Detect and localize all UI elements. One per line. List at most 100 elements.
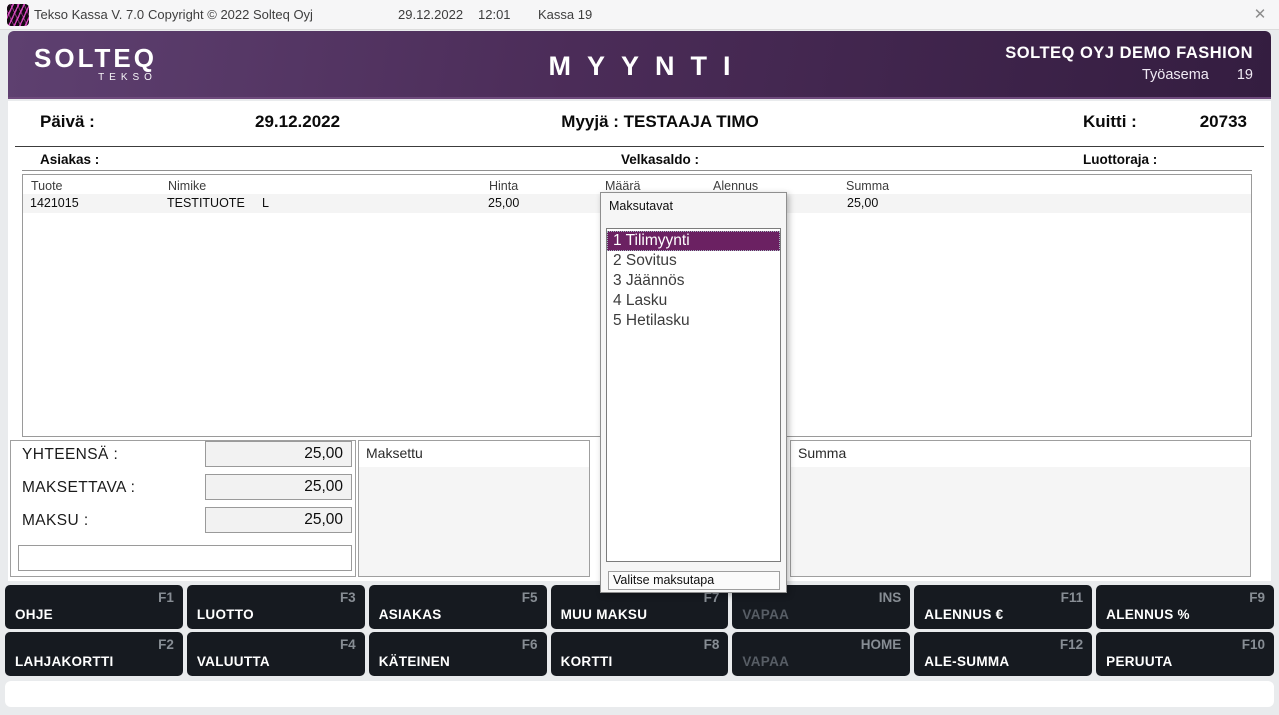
list-item-lasku[interactable]: 4 Lasku bbox=[607, 291, 780, 311]
payment-label: MAKSU : bbox=[22, 512, 89, 530]
valuutta-button[interactable]: VALUUTTA F4 bbox=[187, 632, 365, 676]
function-key-grid: OHJE F1 LUOTTO F3 ASIAKAS F5 MUU MAKSU F… bbox=[5, 585, 1274, 676]
titlebar-time: 12:01 bbox=[478, 7, 511, 22]
col-header-tuote: Tuote bbox=[31, 179, 63, 193]
total-value-field: 25,00 bbox=[205, 441, 352, 467]
table-top-line bbox=[22, 170, 1252, 171]
logo-sub-text: TEKSO bbox=[34, 72, 157, 83]
col-header-maara: Määrä bbox=[605, 179, 640, 193]
button-key: F11 bbox=[1061, 590, 1084, 605]
date-label: Päivä : bbox=[40, 112, 95, 132]
page-title: MYYNTI bbox=[532, 51, 746, 82]
list-item-sovitus[interactable]: 2 Sovitus bbox=[607, 251, 780, 271]
button-label: PERUUTA bbox=[1106, 654, 1172, 669]
button-label: OHJE bbox=[15, 607, 53, 622]
list-item-jaannos[interactable]: 3 Jäännös bbox=[607, 271, 780, 291]
debt-label: Velkasaldo : bbox=[621, 152, 699, 167]
store-name: SOLTEQ OYJ DEMO FASHION bbox=[1005, 44, 1253, 63]
store-info: SOLTEQ OYJ DEMO FASHION Työasema 19 bbox=[1005, 44, 1253, 83]
asiakas-button[interactable]: ASIAKAS F5 bbox=[369, 585, 547, 629]
date-value: 29.12.2022 bbox=[255, 112, 340, 132]
button-label: KÄTEINEN bbox=[379, 654, 450, 669]
titlebar-date: 29.12.2022 bbox=[398, 7, 463, 22]
button-label: ALENNUS € bbox=[924, 607, 1003, 622]
button-key: INS bbox=[879, 590, 902, 605]
payable-value-field: 25,00 bbox=[205, 474, 352, 500]
workstation-value: 19 bbox=[1237, 67, 1253, 83]
button-key: F5 bbox=[522, 590, 538, 605]
sum-panel-title: Summa bbox=[791, 441, 1250, 467]
paid-panel-title: Maksettu bbox=[359, 441, 589, 467]
payment-value-field: 25,00 bbox=[205, 507, 352, 533]
button-label: VAPAA bbox=[742, 654, 789, 669]
button-label: MUU MAKSU bbox=[561, 607, 648, 622]
alennus-percent-button[interactable]: ALENNUS % F9 bbox=[1096, 585, 1274, 629]
dialog-title: Maksutavat bbox=[609, 199, 673, 213]
vapaa-home-button: VAPAA HOME bbox=[732, 632, 910, 676]
kateinen-button[interactable]: KÄTEINEN F6 bbox=[369, 632, 547, 676]
receipt-label: Kuitti : bbox=[1083, 112, 1137, 132]
seller-line: Myyjä : TESTAAJA TIMO bbox=[561, 112, 758, 132]
cell-koko: L bbox=[262, 196, 269, 210]
message-bar[interactable] bbox=[5, 681, 1274, 707]
workstation-line: Työasema 19 bbox=[1005, 67, 1253, 83]
col-header-nimike: Nimike bbox=[168, 179, 206, 193]
solteq-app-icon bbox=[7, 4, 29, 26]
receipt-number: 20733 bbox=[1187, 112, 1247, 132]
ohje-button[interactable]: OHJE F1 bbox=[5, 585, 183, 629]
kortti-button[interactable]: KORTTI F8 bbox=[551, 632, 729, 676]
app-title: Tekso Kassa V. 7.0 bbox=[34, 7, 144, 22]
close-icon[interactable]: ✕ bbox=[1249, 4, 1271, 26]
button-label: LAHJAKORTTI bbox=[15, 654, 114, 669]
col-header-alennus: Alennus bbox=[713, 179, 758, 193]
titlebar-register: Kassa 19 bbox=[538, 7, 592, 22]
pos-window: Tekso Kassa V. 7.0 Copyright © 2022 Solt… bbox=[0, 0, 1279, 715]
button-label: ALE-SUMMA bbox=[924, 654, 1009, 669]
button-key: F10 bbox=[1242, 637, 1265, 652]
button-key: F2 bbox=[158, 637, 174, 652]
payment-methods-list[interactable]: 1 Tilimyynti 2 Sovitus 3 Jäännös 4 Lasku… bbox=[606, 228, 781, 562]
total-label: YHTEENSÄ : bbox=[22, 446, 118, 464]
button-key: F9 bbox=[1249, 590, 1265, 605]
ale-summa-button[interactable]: ALE-SUMMA F12 bbox=[914, 632, 1092, 676]
titlebar: Tekso Kassa V. 7.0 Copyright © 2022 Solt… bbox=[0, 0, 1279, 30]
button-key: F4 bbox=[340, 637, 356, 652]
lahjakortti-button[interactable]: LAHJAKORTTI F2 bbox=[5, 632, 183, 676]
credit-limit-label: Luottoraja : bbox=[1083, 152, 1157, 167]
button-key: F12 bbox=[1060, 637, 1083, 652]
button-label: LUOTTO bbox=[197, 607, 254, 622]
peruuta-button[interactable]: PERUUTA F10 bbox=[1096, 632, 1274, 676]
button-label: ALENNUS % bbox=[1106, 607, 1190, 622]
col-header-hinta: Hinta bbox=[489, 179, 518, 193]
alennus-euro-button[interactable]: ALENNUS € F11 bbox=[914, 585, 1092, 629]
cell-tuote: 1421015 bbox=[30, 196, 79, 210]
cell-nimike: TESTITUOTE bbox=[167, 196, 245, 210]
paid-panel: Maksettu bbox=[358, 440, 590, 577]
payment-methods-dialog: Maksutavat 1 Tilimyynti 2 Sovitus 3 Jään… bbox=[600, 192, 787, 593]
dialog-status-text: Valitse maksutapa bbox=[608, 571, 780, 590]
button-label: ASIAKAS bbox=[379, 607, 442, 622]
button-key: F6 bbox=[522, 637, 538, 652]
button-key: F8 bbox=[704, 637, 720, 652]
cell-summa: 25,00 bbox=[847, 196, 878, 210]
button-key: F3 bbox=[340, 590, 356, 605]
button-label: KORTTI bbox=[561, 654, 613, 669]
list-item-tilimyynti[interactable]: 1 Tilimyynti bbox=[607, 231, 780, 251]
cell-hinta: 25,00 bbox=[488, 196, 519, 210]
button-key: F1 bbox=[158, 590, 174, 605]
luotto-button[interactable]: LUOTTO F3 bbox=[187, 585, 365, 629]
customer-label: Asiakas : bbox=[40, 152, 99, 167]
payable-label: MAKSETTAVA : bbox=[22, 479, 135, 497]
workstation-label: Työasema bbox=[1142, 67, 1209, 83]
copyright-text: Copyright © 2022 Solteq Oyj bbox=[148, 7, 313, 22]
logo-main-text: SOLTEQ bbox=[34, 45, 157, 71]
app-header: SOLTEQ TEKSO MYYNTI SOLTEQ OYJ DEMO FASH… bbox=[8, 31, 1271, 99]
button-key: HOME bbox=[861, 637, 902, 652]
divider-line bbox=[15, 146, 1264, 147]
button-label: VALUUTTA bbox=[197, 654, 270, 669]
entry-input[interactable] bbox=[18, 545, 352, 571]
solteq-logo: SOLTEQ TEKSO bbox=[34, 45, 157, 83]
list-item-hetilasku[interactable]: 5 Hetilasku bbox=[607, 311, 780, 331]
button-label: VAPAA bbox=[742, 607, 789, 622]
sum-panel: Summa bbox=[790, 440, 1251, 577]
